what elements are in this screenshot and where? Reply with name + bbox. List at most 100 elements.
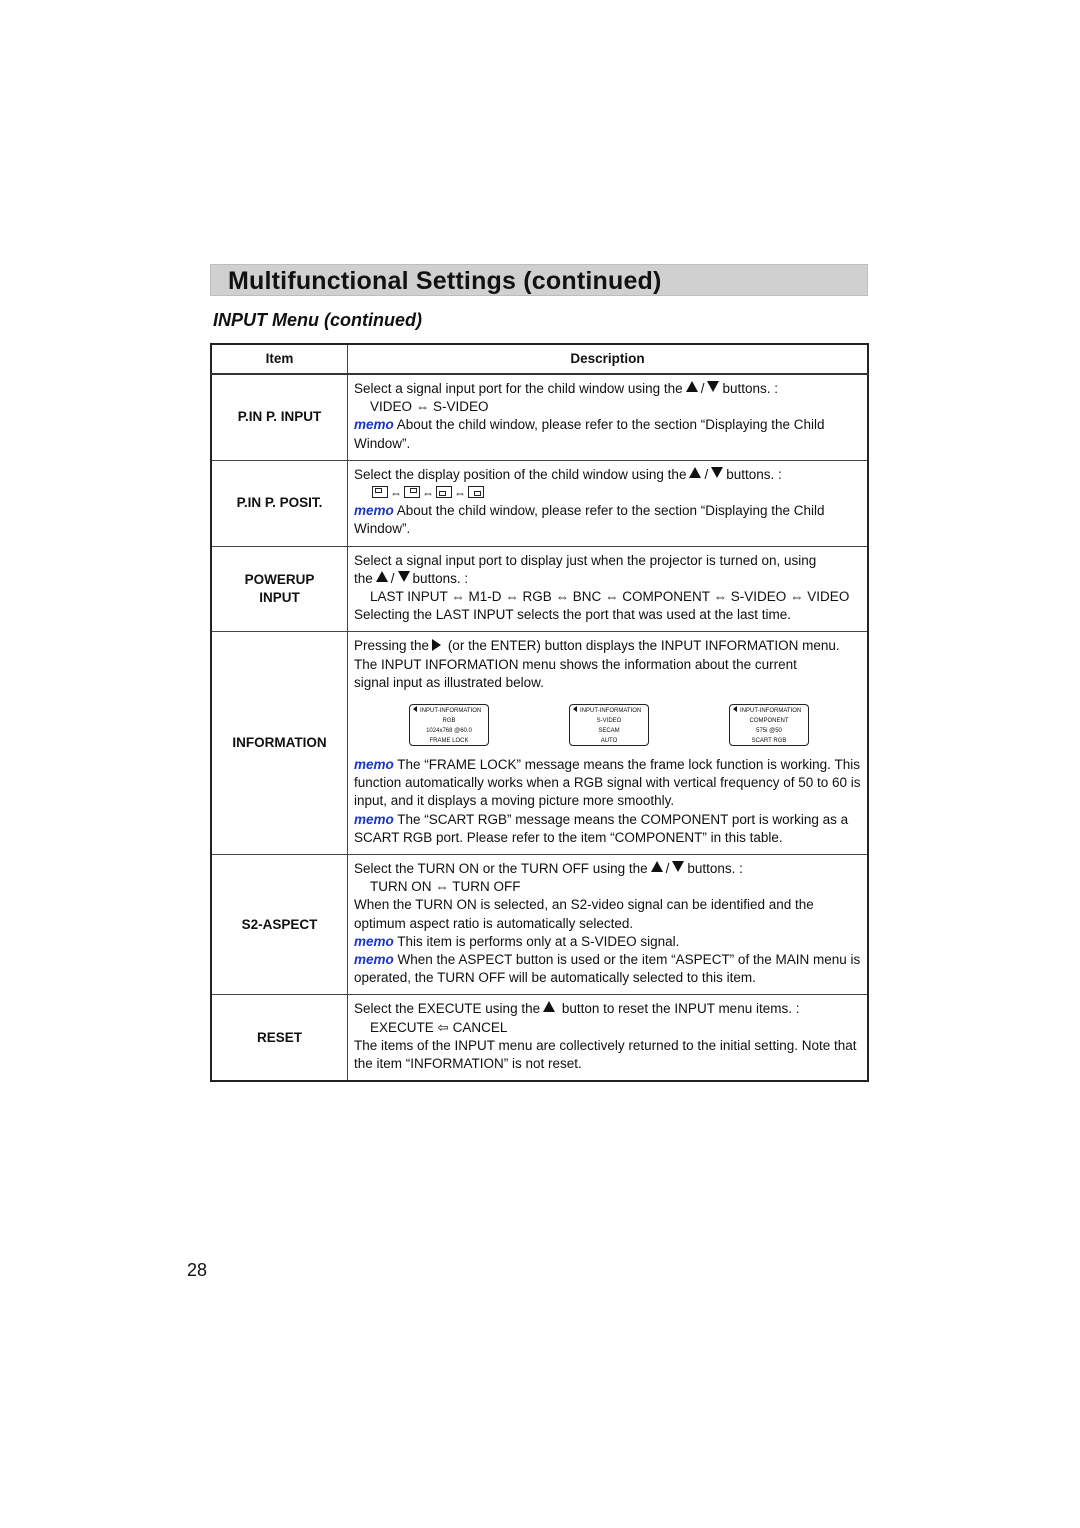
down-arrow-icon [707,381,720,392]
item-description: Select the TURN ON or the TURN OFF using… [347,854,869,996]
memo-label: memo [354,952,394,968]
osd-screen-svideo: INPUT-INFORMATION S-VIDEO SECAM AUTO [569,704,649,747]
text: Select a signal input port for the child… [354,381,683,396]
text: Select the EXECUTE using the [354,1001,541,1017]
item-name: P.IN P. POSIT. [210,459,348,547]
top-left-position-icon [372,486,388,499]
memo-text: This item is performs only at a S-VIDEO … [397,933,680,949]
memo-line: memo About the child window, please refe… [354,502,861,538]
memo-text: The “SCART RGB” message means the COMPON… [354,811,849,845]
text: Select the TURN ON or the TURN OFF using… [354,861,648,877]
description-line: The INPUT INFORMATION menu shows the inf… [354,656,797,690]
down-arrow-icon [672,861,685,873]
both-way-arrow-icon: ⇔ [454,486,466,501]
osd-screen-component: INPUT-INFORMATION COMPONENT 575i @50 SCA… [729,704,809,747]
description-line: Pressing the (or the ENTER) button displ… [354,637,861,655]
osd-line: SECAM [598,728,620,735]
column-header-item: Item [210,343,348,375]
up-arrow-icon [375,570,388,582]
osd-header: INPUT-INFORMATION [410,706,488,716]
osd-illustrations: INPUT-INFORMATION RGB 1024x768 @60.0 FRA… [354,692,861,756]
text: Pressing the [354,638,430,654]
table-header-row: Item Description [210,343,869,375]
text: INPUT-INFORMATION [420,708,482,715]
page-number: 28 [187,1260,208,1280]
section-title-bar: Multifunctional Settings (continued) [210,264,868,296]
item-description: Select a signal input port for the child… [347,373,869,461]
memo-label: memo [354,503,394,519]
up-arrow-icon [650,861,663,873]
description-line: Select the display position of the child… [354,466,782,482]
note-line: When the TURN ON is selected, an S2-vide… [354,897,814,931]
item-name-line: INPUT [259,590,300,606]
left-arrow-icon [733,706,737,713]
text: buttons. : [726,466,782,482]
right-arrow-icon [432,639,442,652]
description-line: Select a signal input port to display ju… [354,552,817,568]
osd-line: 575i @50 [756,728,782,735]
osd-line: S-VIDEO [596,718,622,725]
input-menu-table: Item Description P.IN P. INPUT Select a … [210,343,869,1083]
table-row: P.IN P. POSIT. Select the display positi… [210,459,869,547]
osd-line: FRAME LOCK [429,738,469,745]
column-header-description: Description [347,343,869,375]
memo-line: memo The “SCART RGB” message means the C… [354,811,861,847]
text: buttons. : [722,381,779,396]
memo-text: The “FRAME LOCK” message means the frame… [354,757,861,809]
options-line: EXECUTE ⇦ CANCEL [370,1019,508,1035]
text: buttons. : [412,570,469,586]
bottom-left-position-icon [436,486,452,499]
item-name: P.IN P. INPUT [210,373,348,461]
text: INPUT-INFORMATION [580,708,642,715]
text: the [354,570,373,586]
table-row: P.IN P. INPUT Select a signal input port… [210,373,869,461]
item-description: Select the display position of the child… [347,459,869,547]
left-arrow-icon [573,706,577,713]
down-arrow-icon [711,466,724,478]
memo-line: memo About the child window, please refe… [354,416,861,452]
osd-line: 1024x768 @60.0 [426,728,472,735]
memo-label: memo [354,811,394,827]
text: button to reset the INPUT menu items. : [561,1001,800,1017]
item-name: POWERUP INPUT [210,545,348,633]
options-line: LAST INPUT ⇔ M1-D ⇔ RGB ⇔ BNC ⇔ COMPONEN… [370,589,850,605]
table-row: INFORMATION Pressing the (or the ENTER) … [210,631,869,856]
description-line: the / buttons. : [354,570,469,586]
osd-line: AUTO [600,738,618,745]
memo-text: When the ASPECT button is used or the it… [354,952,861,986]
down-arrow-icon [397,570,410,582]
description-line: Select the TURN ON or the TURN OFF using… [354,861,743,877]
left-arrow-icon [413,706,417,713]
note-line: The items of the INPUT menu are collecti… [354,1037,857,1072]
table-row: S2-ASPECT Select the TURN ON or the TURN… [210,854,869,996]
options-line: TURN ON ⇔ TURN OFF [370,879,521,895]
memo-text: About the child window, please refer to … [354,417,825,451]
both-way-arrow-icon: ⇔ [390,486,402,501]
item-name: RESET [210,994,348,1082]
item-name: S2-ASPECT [210,854,348,996]
osd-header: INPUT-INFORMATION [570,706,648,716]
note-line: Selecting the LAST INPUT selects the por… [354,607,791,623]
options-line: VIDEO ⇔ S-VIDEO [370,399,489,415]
memo-label: memo [354,417,394,433]
text: buttons. : [687,861,743,877]
item-description: Pressing the (or the ENTER) button displ… [347,631,869,856]
memo-label: memo [354,933,394,949]
position-options-line: ⇔ ⇔ ⇔ [354,484,861,502]
item-name-line: POWERUP [244,571,315,587]
memo-line: memo The “FRAME LOCK” message means the … [354,756,861,811]
table-row: RESET Select the EXECUTE using the butto… [210,994,869,1082]
text: (or the ENTER) button displays the INPUT… [447,638,840,654]
top-right-position-icon [404,486,420,499]
osd-line: COMPONENT [749,718,789,725]
both-way-arrow-icon: ⇔ [422,486,434,501]
item-name: INFORMATION [210,631,348,856]
section-subtitle: INPUT Menu (continued) [213,310,422,330]
memo-text: About the child window, please refer to … [354,503,825,537]
item-description: Select the EXECUTE using the button to r… [347,994,869,1082]
text: Select the display position of the child… [354,466,687,482]
osd-screen-rgb: INPUT-INFORMATION RGB 1024x768 @60.0 FRA… [409,704,489,747]
description-line: Select the EXECUTE using the button to r… [354,1000,861,1018]
osd-line: SCART RGB [751,738,787,745]
memo-line: memo This item is performs only at a S-V… [354,933,861,951]
